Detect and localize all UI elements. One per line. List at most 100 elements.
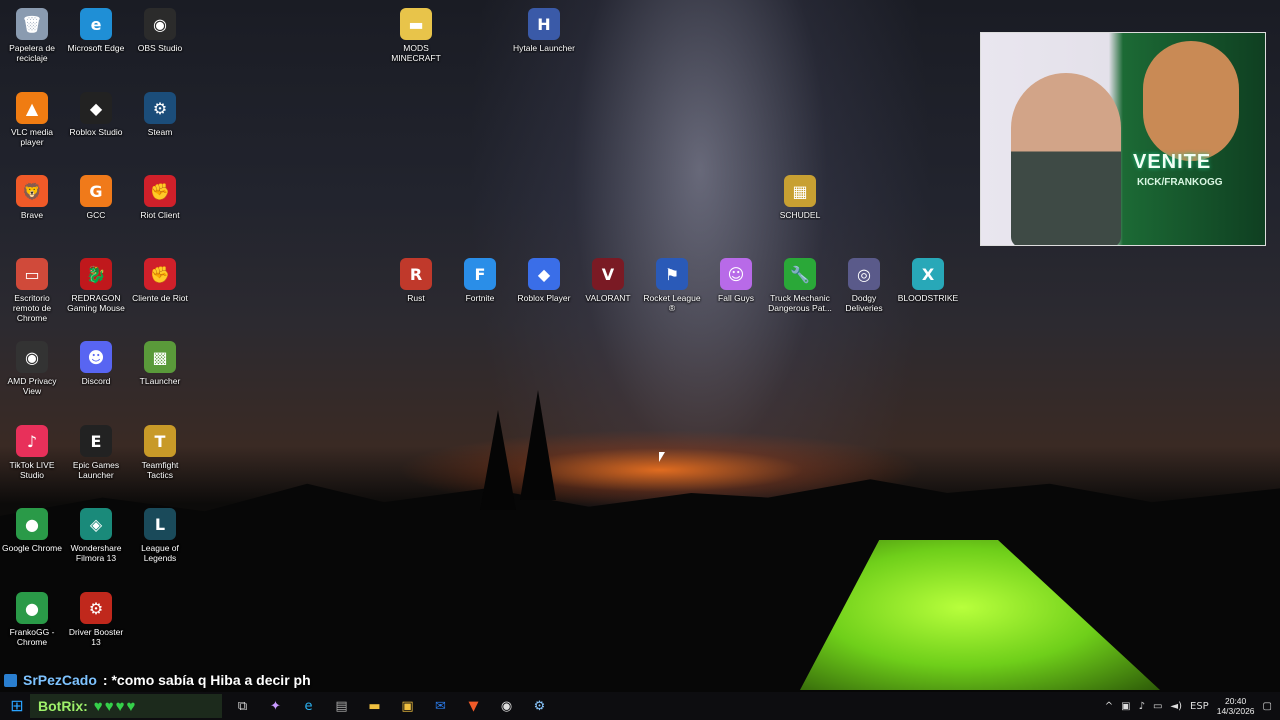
brave-icon[interactable]: ▼ [457,692,490,720]
desktop-icon-label: GCC [86,210,106,220]
volume-icon[interactable]: ◄) [1170,701,1182,712]
desktop-icon-label: TikTok LIVE Studio [9,460,55,480]
app-icon: ◉ [144,8,176,40]
task-view-icon[interactable]: ⧉ [226,692,259,720]
desktop-icon[interactable]: G GCC [64,171,128,251]
explorer-window-icon[interactable]: ▤ [325,692,358,720]
app-icon: ☻ [80,341,112,373]
desktop-icon[interactable]: E Epic Games Launcher [64,421,128,501]
desktop-icon[interactable]: 🦁 Brave [0,171,64,251]
store-icon[interactable]: ▣ [391,692,424,720]
desktop-icon[interactable]: ◎ Dodgy Deliveries [832,254,896,334]
desktop-icon[interactable]: ▩ TLauncher [128,337,192,417]
desktop-icon[interactable]: ◈ Wondershare Filmora 13 [64,504,128,584]
desktop-icon[interactable]: ◆ Roblox Studio [64,88,128,168]
desktop-icon-label: League of Legends [141,543,179,563]
notifications-icon[interactable]: ▢ [1263,701,1272,712]
edge-icon[interactable]: e [292,692,325,720]
desktop-icon[interactable]: ✊ Cliente de Riot [128,254,192,334]
desktop-icon-label: Steam [147,127,173,137]
desktop-icon[interactable]: T Teamfight Tactics [128,421,192,501]
app-icon: ✊ [144,258,176,290]
desktop-icon[interactable]: ● FrankoGG - Chrome [0,588,64,668]
desktop-icon[interactable]: ▭ Escritorio remoto de Chrome [0,254,64,334]
app-icon: ● [16,592,48,624]
app-icon: V [592,258,624,290]
app-icon: H [528,8,560,40]
app-icon: ▦ [784,175,816,207]
clock[interactable]: 20:40 14/3/2026 [1217,696,1255,716]
app-icon: ▩ [144,341,176,373]
desktop-icon[interactable]: ♪ TikTok LIVE Studio [0,421,64,501]
desktop-icon[interactable]: V VALORANT [576,254,640,334]
desktop-icon[interactable]: 🐉 REDRAGON Gaming Mouse [64,254,128,334]
language-indicator[interactable]: ESP [1190,701,1209,712]
desktop-icon-label: Roblox Studio [69,127,123,137]
desktop-icon[interactable]: R Rust [384,254,448,334]
desktop-icon[interactable]: ☻ Discord [64,337,128,417]
app-icon: ◎ [848,258,880,290]
desktop-icon[interactable]: ▦ SCHUDEL [768,171,832,251]
desktop-icon[interactable]: F Fortnite [448,254,512,334]
desktop-icon-label: FrankoGG - Chrome [9,627,55,647]
microphone-icon[interactable]: ♪ [1139,701,1145,712]
desktop-icon[interactable]: ☺ Fall Guys [704,254,768,334]
app-icon: ▭ [16,258,48,290]
desktop-icon[interactable]: L League of Legends [128,504,192,584]
desktop-icon[interactable]: ⚑ Rocket League ® [640,254,704,334]
desktop-icon[interactable]: e Microsoft Edge [64,4,128,84]
app-icon: ⚙ [80,592,112,624]
desktop-icon[interactable]: H Hytale Launcher [512,4,576,84]
app-icon: ▲ [16,92,48,124]
app-icon: ⚙ [144,92,176,124]
obs-icon[interactable]: ◉ [490,692,523,720]
webcam-overlay-subtext: KICK/FRANKOGG [1137,177,1223,188]
desktop-icon-label: Discord [81,376,111,386]
steam-icon[interactable]: ⚙ [523,692,556,720]
mouse-cursor [659,452,665,462]
desktop-icon-label: Driver Booster 13 [68,627,124,647]
webcam-overlay-text: VENITE [1133,151,1212,173]
app-icon: ◈ [80,508,112,540]
desktop-icon-label: VLC media player [10,127,54,147]
desktop-icon-label: Rust [407,293,425,303]
desktop-icon-label: Microsoft Edge [67,43,125,53]
app-icon: ☺ [720,258,752,290]
tray-app-icon[interactable]: ▣ [1121,701,1130,712]
desktop-icon[interactable]: ▲ VLC media player [0,88,64,168]
desktop-icon[interactable]: ● Google Chrome [0,504,64,584]
desktop-icon-label: VALORANT [585,293,631,303]
mail-icon[interactable]: ✉ [424,692,457,720]
desktop-icon-label: Fortnite [465,293,495,303]
desktop-icon-label: SCHUDEL [779,210,821,220]
chat-message: SrPezCado : *como sabía q Hiba a decir p… [0,670,520,690]
desktop-icon-label: MODS MINECRAFT [391,43,441,63]
desktop-icon-label: Escritorio remoto de Chrome [12,293,52,323]
desktop-icon-label: Hytale Launcher [513,43,575,53]
network-icon[interactable]: ▭ [1153,701,1162,712]
file-explorer-icon[interactable]: ▬ [358,692,391,720]
copilot-icon[interactable]: ✦ [259,692,292,720]
hearts-icon: ♥♥♥♥ [93,697,138,715]
start-button[interactable]: ⊞ [0,692,34,720]
app-icon: 🗑 [16,8,48,40]
app-icon: L [144,508,176,540]
desktop-icon[interactable]: ✊ Riot Client [128,171,192,251]
desktop-icon-label: Teamfight Tactics [141,460,179,480]
chat-text: : *como sabía q Hiba a decir ph [102,672,311,688]
chevron-up-icon[interactable]: ^ [1105,701,1113,712]
desktop-icon-label: OBS Studio [137,43,183,53]
desktop-icon[interactable]: X BLOODSTRIKE [896,254,960,334]
desktop-icon[interactable]: 🗑 Papelera de reciclaje [0,4,64,84]
desktop-icon[interactable]: ◉ AMD Privacy View [0,337,64,417]
desktop-icon-label: Wondershare Filmora 13 [70,543,122,563]
desktop-icon[interactable]: ◆ Roblox Player [512,254,576,334]
desktop-icon[interactable]: ⚙ Driver Booster 13 [64,588,128,668]
desktop-icon-label: Riot Client [140,210,180,220]
desktop-icon[interactable]: ⚙ Steam [128,88,192,168]
app-icon: ⚑ [656,258,688,290]
desktop-icon[interactable]: ◉ OBS Studio [128,4,192,84]
app-icon: E [80,425,112,457]
desktop-icon[interactable]: 🔧 Truck Mechanic Dangerous Pat... [768,254,832,334]
desktop-icon[interactable]: ▬ MODS MINECRAFT [384,4,448,84]
